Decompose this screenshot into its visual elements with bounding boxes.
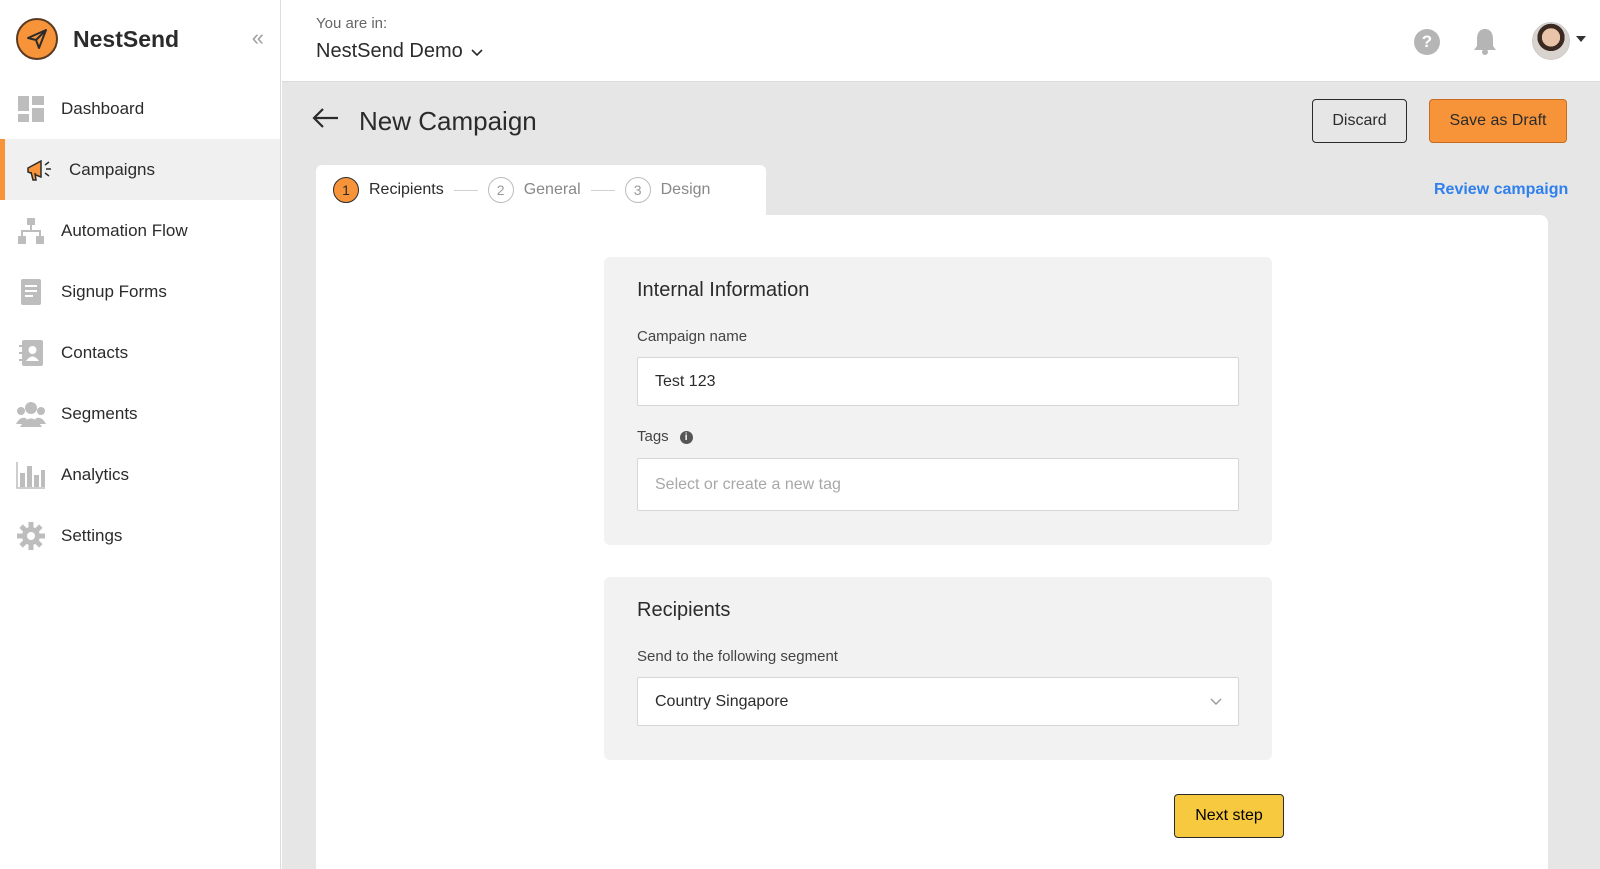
chevron-down-icon: [471, 44, 483, 60]
sidebar-item-label: Signup Forms: [61, 281, 167, 301]
page-title: New Campaign: [359, 106, 537, 136]
hierarchy-icon: [15, 215, 47, 247]
segment-selected-value: Country Singapore: [655, 692, 789, 710]
brand: NestSend «: [0, 0, 280, 78]
campaign-name-label: Campaign name: [637, 328, 748, 345]
back-arrow-icon[interactable]: [312, 104, 340, 136]
sidebar-item-label: Automation Flow: [61, 220, 188, 240]
paper-plane-logo-icon[interactable]: [16, 18, 58, 60]
step-divider: [590, 189, 615, 191]
review-campaign-link[interactable]: Review campaign: [1434, 181, 1568, 199]
segment-label: Send to the following segment: [637, 648, 838, 665]
form-document-icon: [15, 276, 47, 308]
card-title: Recipients: [637, 599, 731, 621]
campaign-steps: 1 Recipients 2 General 3 Design: [316, 165, 766, 215]
step-number: 2: [487, 177, 514, 203]
campaign-name-input[interactable]: Test 123: [637, 357, 1239, 406]
sidebar-item-dashboard[interactable]: Dashboard: [0, 78, 280, 139]
top-bar: You are in: NestSend Demo ?: [282, 0, 1600, 82]
step-recipients[interactable]: 1 Recipients: [333, 177, 444, 203]
tags-label-row: Tags i: [637, 428, 693, 445]
step-general[interactable]: 2 General: [487, 177, 581, 203]
dashboard-icon: [15, 93, 47, 125]
step-label: Design: [660, 181, 711, 198]
card-title: Internal Information: [637, 279, 810, 301]
sidebar-item-contacts[interactable]: Contacts: [0, 322, 280, 383]
next-step-button[interactable]: Next step: [1174, 794, 1284, 838]
info-icon[interactable]: i: [679, 431, 693, 444]
sidebar-item-label: Analytics: [61, 464, 130, 484]
step-label: General: [523, 181, 581, 198]
sidebar-item-signup-forms[interactable]: Signup Forms: [0, 261, 280, 322]
sidebar-item-label: Dashboard: [61, 98, 145, 118]
help-icon[interactable]: ?: [1414, 29, 1440, 55]
discard-button[interactable]: Discard: [1312, 99, 1407, 143]
sidebar-item-label: Segments: [61, 403, 138, 423]
avatar[interactable]: [1532, 22, 1570, 60]
save-as-draft-button[interactable]: Save as Draft: [1429, 99, 1567, 143]
sidebar-item-analytics[interactable]: Analytics: [0, 444, 280, 505]
chevron-down-icon: [1210, 693, 1222, 709]
sidebar-item-settings[interactable]: Settings: [0, 505, 280, 566]
sidebar-item-label: Campaigns: [69, 159, 155, 179]
recipients-card: Recipients Send to the following segment…: [604, 577, 1272, 760]
tags-input[interactable]: Select or create a new tag: [637, 458, 1239, 511]
sidebar-item-label: Settings: [61, 525, 123, 545]
workspace-caption: You are in:: [316, 15, 388, 32]
sidebar-item-automation-flow[interactable]: Automation Flow: [0, 200, 280, 261]
step-label: Recipients: [369, 181, 444, 198]
sidebar-item-segments[interactable]: Segments: [0, 383, 280, 444]
campaign-form: Internal Information Campaign name Test …: [316, 215, 1548, 869]
workspace-name: NestSend Demo: [316, 40, 463, 62]
step-divider: [453, 189, 478, 191]
internal-information-card: Internal Information Campaign name Test …: [604, 257, 1272, 545]
bar-chart-icon: [15, 459, 47, 491]
users-group-icon: [15, 398, 47, 430]
brand-name: NestSend: [73, 25, 180, 52]
segment-select[interactable]: Country Singapore: [637, 677, 1239, 726]
gear-icon: [15, 520, 47, 552]
bell-icon[interactable]: [1473, 27, 1497, 60]
double-chevron-left-icon[interactable]: «: [252, 25, 264, 51]
tags-label: Tags: [637, 428, 669, 445]
step-number: 3: [624, 177, 651, 203]
workspace-switcher[interactable]: NestSend Demo: [316, 40, 483, 63]
sidebar-item-campaigns[interactable]: Campaigns: [0, 139, 280, 200]
main-area: New Campaign Discard Save as Draft 1 Rec…: [282, 82, 1600, 869]
megaphone-icon: [23, 154, 55, 186]
sidebar: NestSend « Dashboard Campaigns Automatio…: [0, 0, 281, 869]
caret-down-icon[interactable]: [1576, 36, 1586, 42]
step-design[interactable]: 3 Design: [624, 177, 711, 203]
contact-card-icon: [15, 337, 47, 369]
step-number: 1: [333, 177, 359, 203]
sidebar-item-label: Contacts: [61, 342, 129, 362]
